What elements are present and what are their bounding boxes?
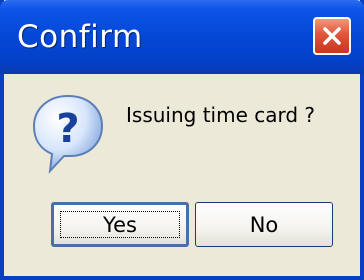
dialog-message: Issuing time card ? bbox=[126, 103, 316, 127]
svg-text:?: ? bbox=[56, 106, 79, 152]
title-bar[interactable]: Confirm bbox=[0, 0, 364, 74]
no-button[interactable]: No bbox=[195, 202, 333, 247]
window-title: Confirm bbox=[17, 19, 143, 55]
confirm-dialog: Confirm ? Issuing time card ? Yes No bbox=[0, 0, 364, 280]
yes-button[interactable]: Yes bbox=[51, 202, 189, 247]
question-icon: ? bbox=[32, 94, 104, 174]
close-icon bbox=[323, 27, 341, 45]
yes-button-label: Yes bbox=[103, 212, 137, 237]
no-button-label: No bbox=[249, 212, 279, 237]
close-button[interactable] bbox=[313, 17, 351, 55]
